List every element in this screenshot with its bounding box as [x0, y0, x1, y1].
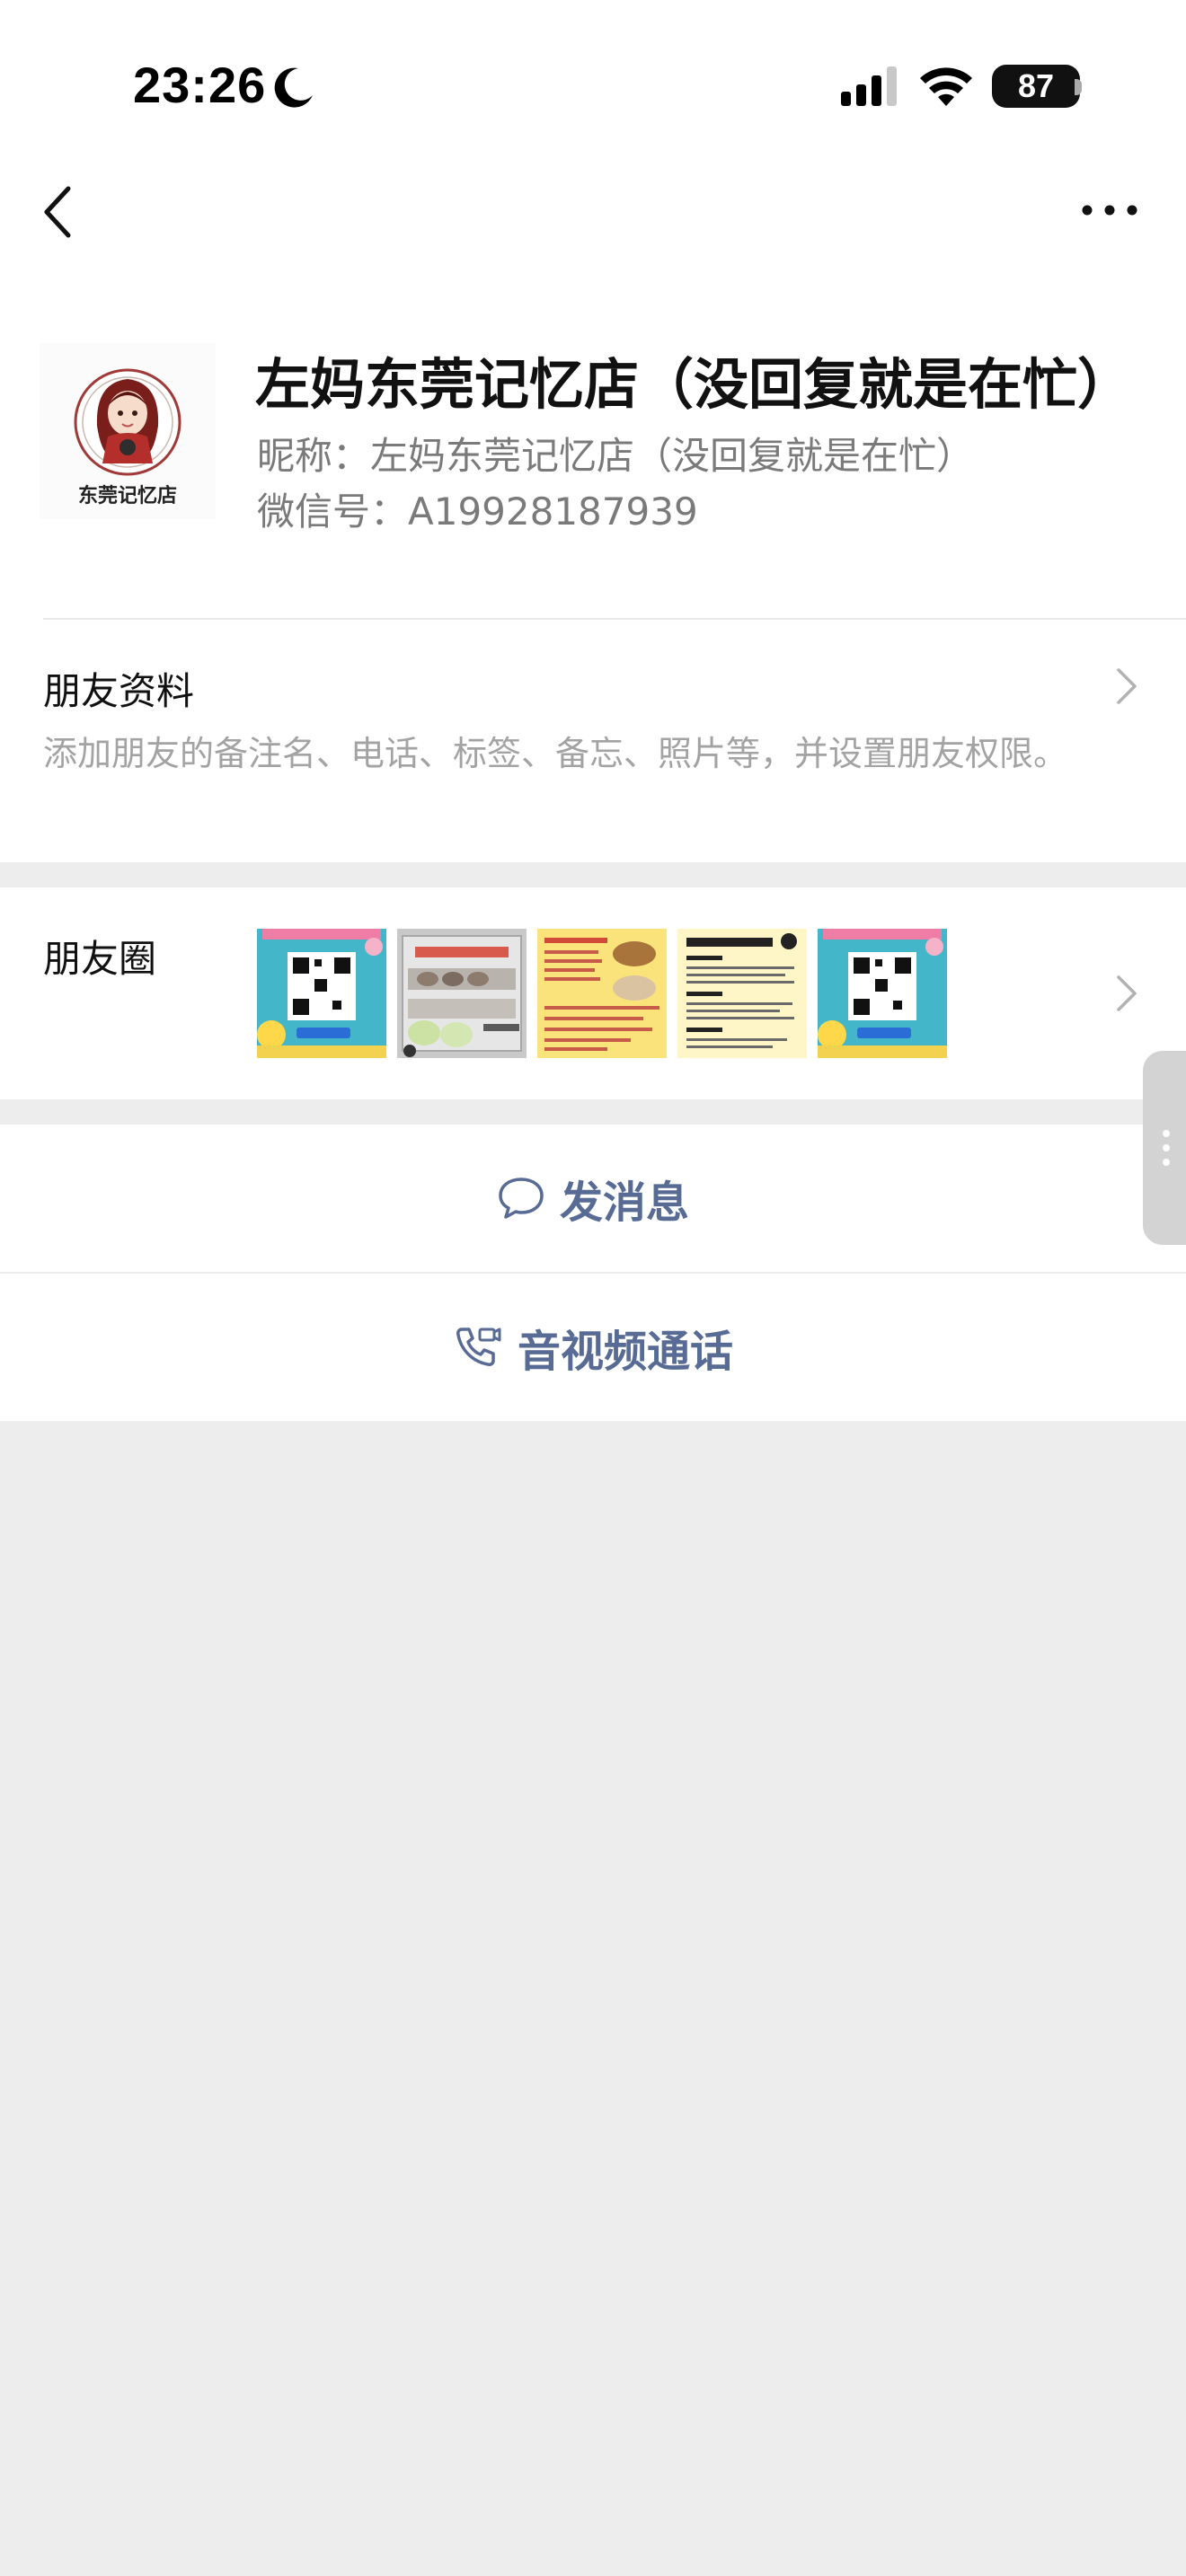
signal-icon: [841, 66, 897, 106]
moments-thumbnail-text-poster[interactable]: [677, 929, 807, 1058]
moments-thumbnails[interactable]: [257, 929, 947, 1058]
nickname: 昵称：左妈东莞记忆店（没回复就是在忙）: [257, 434, 975, 478]
audio-video-call-label: 音视频通话: [517, 1328, 733, 1376]
avatar-caption: 东莞记忆店: [77, 485, 177, 507]
handle-dot: [1163, 1159, 1170, 1166]
battery-cap: [1075, 79, 1082, 95]
battery-icon: 87: [992, 65, 1080, 108]
friend-info-title: 朋友资料: [43, 669, 195, 713]
divider: [43, 618, 1186, 620]
chevron-left-icon[interactable]: [40, 183, 75, 241]
send-message-label: 发消息: [559, 1179, 689, 1227]
chat-bubble-icon: [499, 1178, 544, 1219]
status-time: 23:26: [133, 57, 267, 113]
send-message-button[interactable]: 发消息: [0, 1125, 1186, 1272]
battery-level: 87: [1017, 67, 1055, 104]
ellipsis-icon[interactable]: [1078, 196, 1141, 225]
section-separator: [0, 1099, 1186, 1125]
friend-info-description: 添加朋友的备注名、电话、标签、备忘、照片等，并设置朋友权限。: [43, 734, 1068, 773]
moments-thumbnail-qr-poster-2[interactable]: [818, 929, 947, 1058]
display-name: 左妈东莞记忆店（没回复就是在忙）: [255, 354, 1133, 415]
chevron-right-icon: [1117, 668, 1137, 704]
moments-title: 朋友圈: [43, 937, 157, 981]
wifi-icon: [920, 67, 972, 106]
audio-video-call-button[interactable]: 音视频通话: [0, 1274, 1186, 1421]
floating-side-handle[interactable]: [1143, 1051, 1186, 1245]
wechat-id: 微信号：A19928187939: [257, 490, 698, 534]
handle-dot: [1163, 1130, 1170, 1137]
moon-icon: [274, 67, 313, 108]
moments-thumbnail-pastry-display[interactable]: [397, 929, 527, 1058]
contact-profile-page: 23:26 87 东莞记忆店 左妈东莞记忆店（没回复就是在忙） 昵称：左妈东莞记…: [0, 0, 1186, 2576]
avatar[interactable]: 东莞记忆店: [40, 343, 216, 519]
moments-thumbnail-qr-poster[interactable]: [257, 929, 386, 1058]
moments-thumbnail-menu-poster[interactable]: [537, 929, 667, 1058]
phone-video-icon: [456, 1328, 501, 1366]
chevron-right-icon: [1117, 975, 1137, 1011]
section-separator: [0, 862, 1186, 887]
status-bar: 23:26 87: [0, 0, 1186, 171]
handle-dot: [1163, 1144, 1170, 1151]
